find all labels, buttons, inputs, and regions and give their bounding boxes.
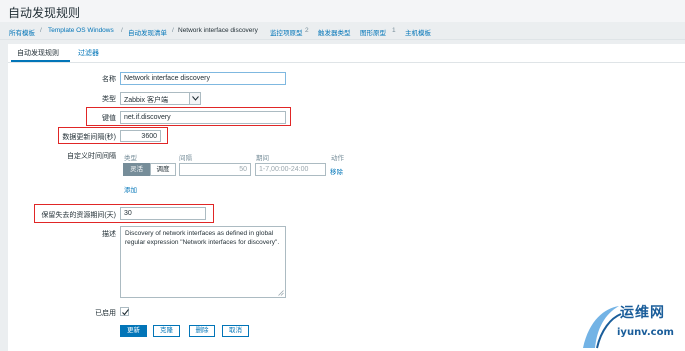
tab-discovery-rule[interactable]: 自动发现规则 [17,48,59,58]
tab-filters[interactable]: 过滤器 [78,48,99,58]
breadcrumb-trigger-prototypes[interactable]: 触发器类型 [318,27,351,37]
enabled-label: 已启用 [95,310,116,317]
keep-lost-label: 保留失去的资源期间(天) [41,212,116,219]
type-select[interactable]: Zabbix 客户端 [120,92,201,105]
breadcrumb-item-prototypes[interactable]: 监控项原型 [270,27,303,37]
page-header: 自动发现规则 [0,0,685,22]
breadcrumb-template[interactable]: Template OS Windows [48,27,114,34]
watermark-text-cn: 运维网 [620,305,665,321]
type-label: 类型 [102,96,116,103]
custom-intervals-label: 自定义时间间隔 [67,153,116,160]
breadcrumb-current: Network interface discovery [178,27,258,34]
checkmark-icon [122,309,129,316]
description-label: 描述 [102,231,116,238]
scheduling-toggle[interactable]: 调度 [150,163,176,176]
breadcrumb-graph-prototypes[interactable]: 图形原型 [360,27,386,37]
graph-prototypes-count: 1 [392,27,396,34]
breadcrumb-separator: / [172,27,174,34]
schedule-col-period: 期间 [256,155,269,162]
page-title: 自动发现规则 [8,6,81,20]
remove-interval-link[interactable]: 移除 [330,166,343,176]
type-select-value: Zabbix 客户端 [124,97,168,104]
chevron-down-icon [189,93,200,104]
schedule-col-type: 类型 [124,155,137,162]
cancel-button[interactable]: 取消 [222,325,249,337]
name-label: 名称 [102,76,116,83]
add-interval-link[interactable]: 添加 [124,184,137,194]
watermark-text-domain: iyunv.com [617,327,674,338]
schedule-interval-field[interactable]: 50 [179,163,251,176]
name-field[interactable]: Network interface discovery [120,72,286,85]
key-label: 键值 [102,115,116,122]
breadcrumb: 所有模板 / Template OS Windows / 自动发现清单 / Ne… [0,24,685,40]
flexible-toggle[interactable]: 灵活 [123,163,150,176]
tab-bar: 自动发现规则 过滤器 [8,44,685,63]
description-textarea[interactable]: Discovery of network interfaces as defin… [120,226,286,298]
keep-lost-field[interactable]: 30 [120,207,206,220]
breadcrumb-host-prototypes[interactable]: 主机模板 [405,27,431,37]
breadcrumb-discovery-list[interactable]: 自动发现清单 [128,27,167,37]
clone-button[interactable]: 克隆 [153,325,180,337]
schedule-period-field[interactable]: 1-7,00:00-24:00 [255,163,326,176]
key-field[interactable]: net.if.discovery [120,111,286,124]
schedule-col-interval: 间隔 [179,155,192,162]
description-text: Discovery of network interfaces as defin… [125,230,280,246]
schedule-col-action: 动作 [331,155,344,162]
enabled-checkbox[interactable] [120,307,129,316]
resize-handle-icon[interactable] [278,290,284,296]
breadcrumb-separator: / [40,27,42,34]
interval-field[interactable]: 3600 [120,130,161,142]
update-button[interactable]: 更新 [120,325,147,337]
interval-label: 数据更新间隔(秒) [62,134,116,141]
active-tab-indicator [11,60,70,62]
breadcrumb-all-templates[interactable]: 所有模板 [9,27,35,37]
delete-button[interactable]: 删除 [189,325,215,337]
item-prototypes-count: 2 [305,27,309,34]
breadcrumb-separator: / [121,27,123,34]
